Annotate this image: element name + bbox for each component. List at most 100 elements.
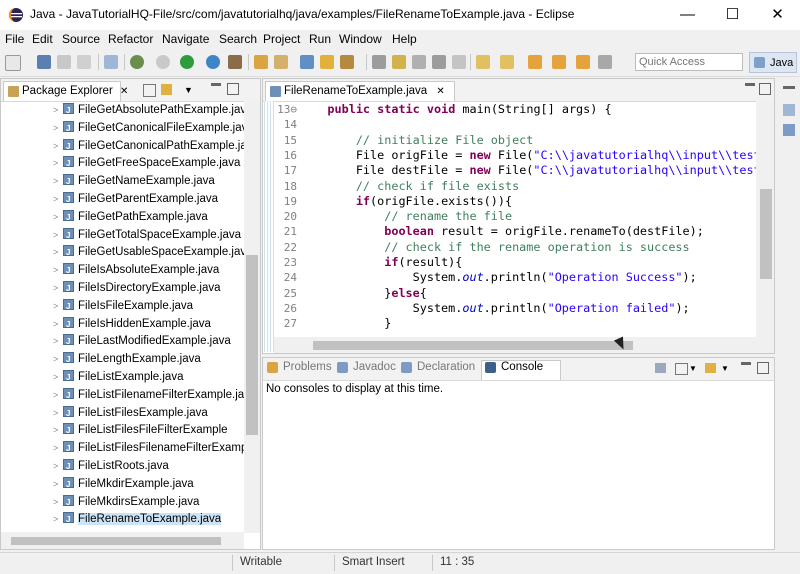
- tree-item[interactable]: > FileIsFileExample.java: [53, 298, 193, 315]
- tab-declaration[interactable]: Declaration: [401, 361, 475, 373]
- maximize-view-icon[interactable]: [757, 362, 769, 374]
- chevron-right-icon[interactable]: >: [53, 351, 63, 368]
- tree-item[interactable]: > FileGetTotalSpaceExample.java: [53, 227, 241, 244]
- run-icon[interactable]: [180, 55, 194, 69]
- chevron-right-icon[interactable]: >: [53, 387, 63, 404]
- new-java-project-icon[interactable]: [254, 55, 268, 69]
- tree-item[interactable]: > FileListFilesFilenameFilterExamp: [53, 440, 247, 457]
- back-icon[interactable]: [528, 55, 542, 69]
- view-menu-icon[interactable]: ▼: [184, 85, 193, 95]
- tree-item[interactable]: > FileGetCanonicalFileExample.java: [53, 120, 254, 137]
- menu-window[interactable]: Window: [339, 32, 382, 46]
- tree-item[interactable]: > FileGetAbsolutePathExample.java: [53, 102, 253, 119]
- tree-item[interactable]: > FileListFilesFileFilterExample: [53, 422, 228, 439]
- new-package-icon[interactable]: [274, 55, 288, 69]
- debug-icon[interactable]: [130, 55, 144, 69]
- toggle-mark-icon[interactable]: [372, 55, 386, 69]
- maximize-button[interactable]: ☐: [710, 0, 755, 30]
- tree-item[interactable]: > FileLastModifiedExample.java: [53, 333, 231, 350]
- chevron-right-icon[interactable]: >: [53, 155, 63, 172]
- chevron-right-icon[interactable]: >: [53, 333, 63, 350]
- tree-item[interactable]: > FileListExample.java: [53, 369, 183, 386]
- open-console-icon[interactable]: [705, 363, 716, 373]
- forward-icon[interactable]: [552, 55, 566, 69]
- chevron-right-icon[interactable]: >: [53, 244, 63, 261]
- annotation-icon[interactable]: [392, 55, 406, 69]
- open-type-icon[interactable]: [320, 55, 334, 69]
- collapse-all-icon[interactable]: [143, 84, 156, 97]
- chevron-right-icon[interactable]: >: [53, 369, 63, 386]
- chevron-right-icon[interactable]: >: [53, 458, 63, 475]
- maximize-view-icon[interactable]: [227, 83, 239, 95]
- close-icon[interactable]: ✕: [120, 86, 128, 97]
- menu-search[interactable]: Search: [219, 32, 257, 46]
- chevron-right-icon[interactable]: >: [53, 191, 63, 208]
- save-icon[interactable]: [37, 55, 51, 69]
- minimize-button[interactable]: —: [665, 0, 710, 30]
- tree-item[interactable]: > FileGetNameExample.java: [53, 173, 215, 190]
- tree-item[interactable]: > FileMkdirExample.java: [53, 476, 194, 493]
- menu-refactor[interactable]: Refactor: [108, 32, 153, 46]
- package-explorer-scroll-thumb[interactable]: [246, 255, 258, 435]
- skip-icon[interactable]: [156, 55, 170, 69]
- chevron-right-icon[interactable]: >: [53, 262, 63, 279]
- pin-editor-icon[interactable]: [598, 55, 612, 69]
- tree-item[interactable]: > FileRenameToExample.java: [53, 511, 222, 528]
- block-selection-icon[interactable]: [412, 55, 426, 69]
- external-tools-icon[interactable]: [228, 55, 242, 69]
- pin-console-icon[interactable]: [655, 363, 666, 373]
- menu-run[interactable]: Run: [309, 32, 331, 46]
- show-whitespace-icon[interactable]: [432, 55, 446, 69]
- editor-vscroll-thumb[interactable]: [760, 189, 772, 279]
- chevron-right-icon[interactable]: >: [53, 298, 63, 315]
- chevron-right-icon[interactable]: >: [53, 173, 63, 190]
- link-editor-icon[interactable]: [161, 84, 172, 95]
- tree-item[interactable]: > FileLengthExample.java: [53, 351, 201, 368]
- tree-item[interactable]: > FileGetFreeSpaceExample.java: [53, 155, 240, 172]
- chevron-right-icon[interactable]: >: [53, 209, 63, 226]
- tree-item[interactable]: > FileGetPathExample.java: [53, 209, 208, 226]
- close-button[interactable]: ✕: [755, 0, 800, 30]
- tree-item[interactable]: > FileIsAbsoluteExample.java: [53, 262, 219, 279]
- last-edit-icon[interactable]: [576, 55, 590, 69]
- close-icon[interactable]: ✕: [436, 86, 444, 97]
- print-icon[interactable]: [77, 55, 91, 69]
- restore-icon[interactable]: [783, 86, 795, 89]
- chevron-right-icon[interactable]: >: [53, 511, 63, 528]
- editor-tab[interactable]: FileRenameToExample.java ✕: [265, 81, 455, 101]
- tree-item[interactable]: > FileListFilesExample.java: [53, 405, 208, 422]
- chevron-right-icon[interactable]: >: [53, 440, 63, 457]
- tree-item[interactable]: > FileGetParentExample.java: [53, 191, 218, 208]
- chevron-right-icon[interactable]: >: [53, 316, 63, 333]
- tab-javadoc[interactable]: Javadoc: [337, 361, 396, 373]
- menu-navigate[interactable]: Navigate: [162, 32, 209, 46]
- previous-annotation-icon[interactable]: [500, 55, 514, 69]
- save-all-icon[interactable]: [57, 55, 71, 69]
- package-explorer-tab[interactable]: Package Explorer ✕: [3, 81, 128, 101]
- chevron-right-icon[interactable]: >: [53, 120, 63, 137]
- tree-item[interactable]: > FileListRoots.java: [53, 458, 169, 475]
- java-perspective-button[interactable]: Java: [749, 52, 797, 73]
- maximize-editor-icon[interactable]: [759, 83, 771, 95]
- chevron-down-icon[interactable]: ▼: [721, 364, 729, 373]
- chevron-right-icon[interactable]: >: [53, 227, 63, 244]
- chevron-right-icon[interactable]: >: [53, 405, 63, 422]
- minimize-editor-icon[interactable]: [745, 83, 755, 86]
- tree-item[interactable]: > FileMkdirsExample.java: [53, 494, 199, 511]
- menu-source[interactable]: Source: [62, 32, 100, 46]
- tab-problems[interactable]: Problems: [267, 361, 332, 373]
- terminal-icon[interactable]: [104, 55, 118, 69]
- tree-item[interactable]: > FileIsHiddenExample.java: [53, 316, 211, 333]
- chevron-down-icon[interactable]: ▼: [689, 364, 697, 373]
- chevron-right-icon[interactable]: >: [53, 494, 63, 511]
- editor-hscroll-thumb[interactable]: [313, 341, 633, 350]
- chevron-right-icon[interactable]: >: [53, 476, 63, 493]
- package-explorer-hscroll-thumb[interactable]: [11, 537, 221, 545]
- coverage-icon[interactable]: [206, 55, 220, 69]
- tree-item[interactable]: > FileGetCanonicalPathExample.java: [53, 138, 259, 155]
- minimize-view-icon[interactable]: [741, 362, 751, 365]
- menu-project[interactable]: Project: [263, 32, 300, 46]
- chevron-right-icon[interactable]: >: [53, 102, 63, 119]
- minimize-view-icon[interactable]: [211, 83, 221, 86]
- chevron-right-icon[interactable]: >: [53, 280, 63, 297]
